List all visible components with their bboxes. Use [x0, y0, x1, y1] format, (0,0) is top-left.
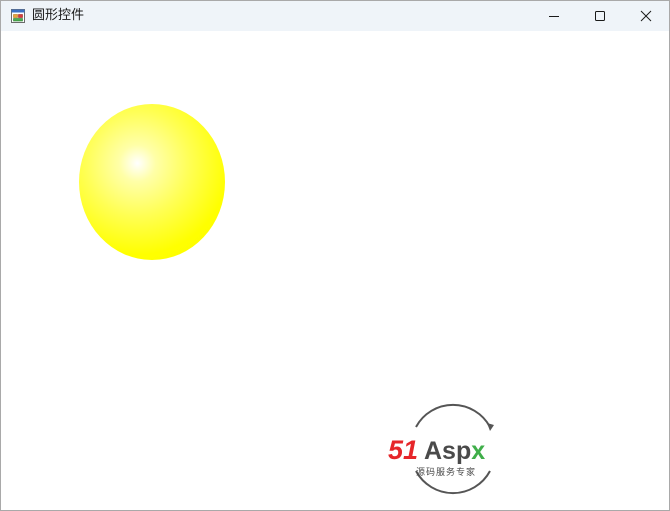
- watermark-logo: 51 Aspx 源码服务专家: [388, 403, 494, 495]
- app-window: 圆形控件 51 Aspx 源码服务专家: [0, 0, 670, 511]
- maximize-button[interactable]: [577, 1, 623, 31]
- title-bar[interactable]: 圆形控件: [1, 1, 669, 31]
- minimize-button[interactable]: [531, 1, 577, 31]
- logo-tagline: 源码服务专家: [416, 466, 476, 478]
- close-button[interactable]: [623, 1, 669, 31]
- maximize-icon: [595, 11, 605, 21]
- app-icon[interactable]: [11, 9, 25, 23]
- logo-51: 51: [388, 435, 418, 465]
- minimize-icon: [549, 16, 559, 17]
- logo-aspx: Aspx: [424, 437, 485, 465]
- circle-control[interactable]: [79, 104, 225, 260]
- logo-ring-top: [415, 403, 491, 428]
- close-icon: [640, 10, 652, 22]
- window-title: 圆形控件: [32, 8, 85, 23]
- logo-ring-arrow: [487, 423, 494, 431]
- form-client-area: 51 Aspx 源码服务专家: [1, 31, 669, 510]
